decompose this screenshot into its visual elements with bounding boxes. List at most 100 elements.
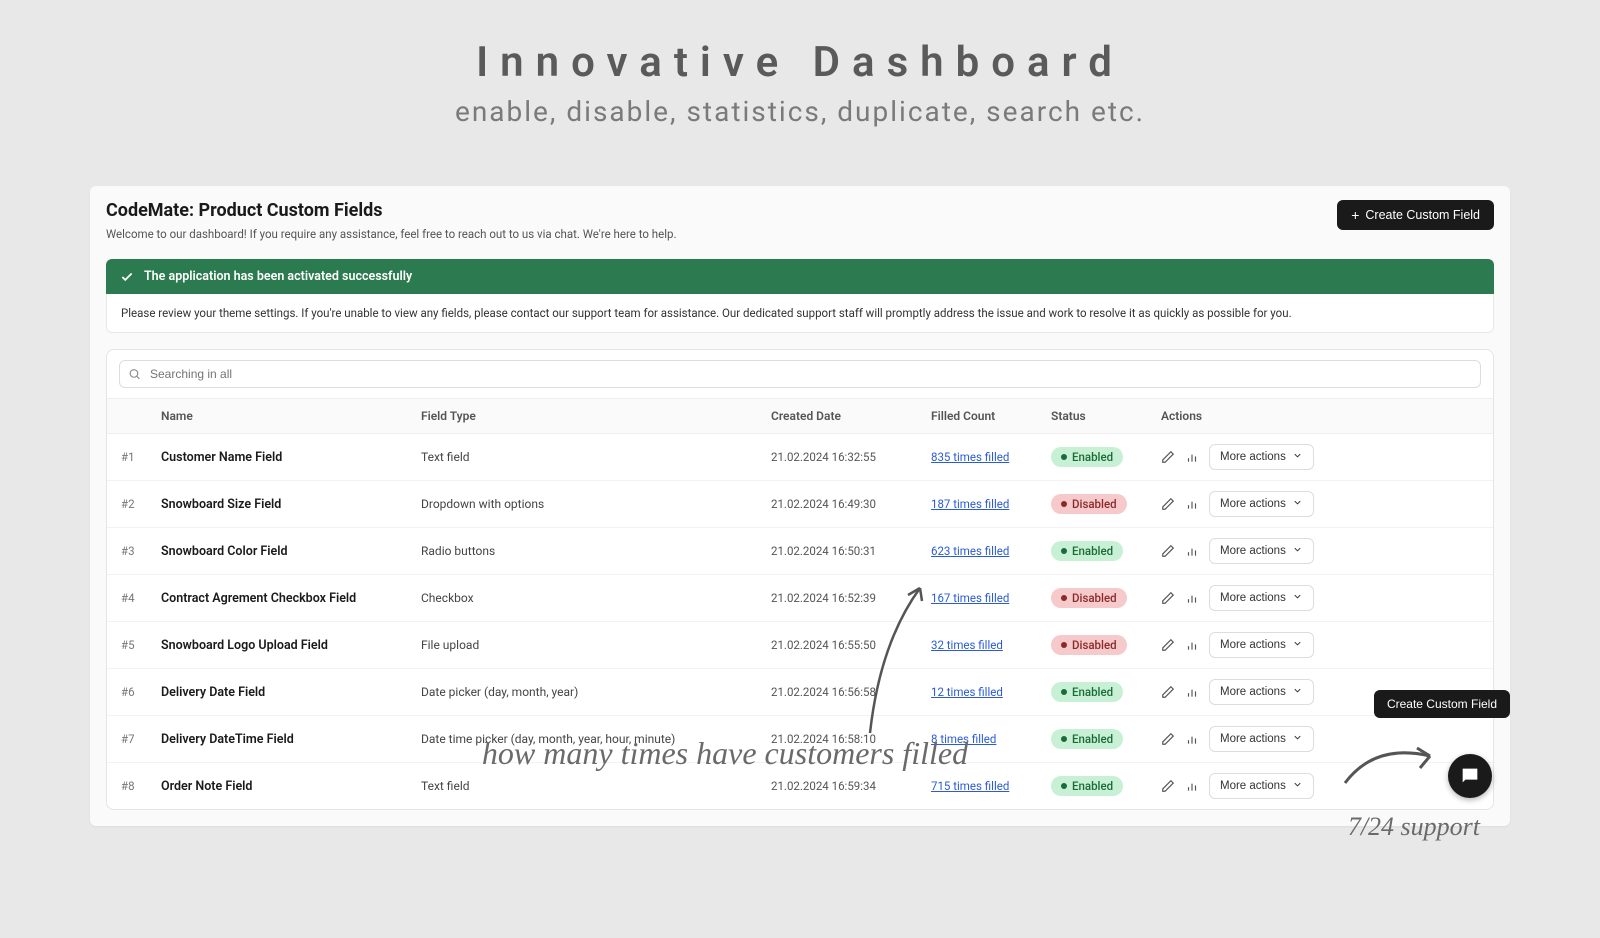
create-custom-field-button[interactable]: + Create Custom Field — [1337, 200, 1494, 230]
stats-icon[interactable] — [1185, 591, 1199, 605]
table-row: #2Snowboard Size FieldDropdown with opti… — [107, 481, 1493, 528]
col-status: Status — [1051, 409, 1161, 423]
stats-icon[interactable] — [1185, 779, 1199, 793]
chevron-down-icon — [1292, 450, 1303, 464]
stats-icon[interactable] — [1185, 544, 1199, 558]
row-index: #1 — [121, 450, 161, 464]
table-header: Name Field Type Created Date Filled Coun… — [107, 399, 1493, 434]
table-row: #6Delivery Date FieldDate picker (day, m… — [107, 669, 1493, 716]
success-banner: The application has been activated succe… — [106, 259, 1494, 294]
stats-icon[interactable] — [1185, 638, 1199, 652]
field-type: File upload — [421, 638, 771, 652]
field-name: Contract Agrement Checkbox Field — [161, 591, 421, 606]
more-actions-button[interactable]: More actions — [1209, 585, 1314, 611]
more-actions-button[interactable]: More actions — [1209, 679, 1314, 705]
created-date: 21.02.2024 16:56:58 — [771, 685, 931, 699]
hero-title: Innovative Dashboard — [0, 38, 1600, 87]
col-name: Name — [161, 409, 421, 423]
annotation-support-note: 7/24 support — [1348, 812, 1480, 842]
edit-icon[interactable] — [1161, 591, 1175, 605]
edit-icon[interactable] — [1161, 497, 1175, 511]
filled-count-link[interactable]: 187 times filled — [931, 497, 1009, 511]
stats-icon[interactable] — [1185, 685, 1199, 699]
created-date: 21.02.2024 16:32:55 — [771, 450, 931, 464]
field-name: Snowboard Size Field — [161, 497, 421, 512]
created-date: 21.02.2024 16:59:34 — [771, 779, 931, 793]
check-icon — [120, 270, 134, 284]
edit-icon[interactable] — [1161, 544, 1175, 558]
field-name: Snowboard Color Field — [161, 544, 421, 559]
status-badge: Enabled — [1051, 682, 1123, 702]
hero-subtitle: enable, disable, statistics, duplicate, … — [0, 95, 1600, 128]
col-filled-count: Filled Count — [931, 409, 1051, 423]
dashboard-panel: CodeMate: Product Custom Fields Welcome … — [90, 186, 1510, 826]
row-index: #2 — [121, 497, 161, 511]
filled-count-link[interactable]: 623 times filled — [931, 544, 1009, 558]
field-name: Delivery Date Field — [161, 685, 421, 700]
created-date: 21.02.2024 16:55:50 — [771, 638, 931, 652]
edit-icon[interactable] — [1161, 685, 1175, 699]
field-type: Text field — [421, 779, 771, 793]
plus-icon: + — [1351, 208, 1359, 222]
more-actions-button[interactable]: More actions — [1209, 632, 1314, 658]
created-date: 21.02.2024 16:52:39 — [771, 591, 931, 605]
create-custom-field-button-bottom[interactable]: Create Custom Field — [1374, 690, 1510, 718]
filled-count-link[interactable]: 167 times filled — [931, 591, 1009, 605]
edit-icon[interactable] — [1161, 450, 1175, 464]
chevron-down-icon — [1292, 497, 1303, 511]
success-text: The application has been activated succe… — [144, 269, 412, 284]
more-actions-button[interactable]: More actions — [1209, 726, 1314, 752]
field-name: Customer Name Field — [161, 450, 421, 465]
chevron-down-icon — [1292, 779, 1303, 793]
chevron-down-icon — [1292, 685, 1303, 699]
stats-icon[interactable] — [1185, 497, 1199, 511]
chevron-down-icon — [1292, 544, 1303, 558]
stats-icon[interactable] — [1185, 450, 1199, 464]
more-actions-button[interactable]: More actions — [1209, 491, 1314, 517]
chat-icon — [1459, 765, 1481, 787]
edit-icon[interactable] — [1161, 779, 1175, 793]
status-badge: Enabled — [1051, 447, 1123, 467]
field-type: Dropdown with options — [421, 497, 771, 511]
row-index: #8 — [121, 779, 161, 793]
more-actions-button[interactable]: More actions — [1209, 444, 1314, 470]
created-date: 21.02.2024 16:50:31 — [771, 544, 931, 558]
field-type: Radio buttons — [421, 544, 771, 558]
col-field-type: Field Type — [421, 409, 771, 423]
status-badge: Enabled — [1051, 541, 1123, 561]
table-row: #5Snowboard Logo Upload FieldFile upload… — [107, 622, 1493, 669]
info-banner: Please review your theme settings. If yo… — [106, 294, 1494, 333]
page-title: CodeMate: Product Custom Fields — [106, 200, 677, 221]
row-index: #5 — [121, 638, 161, 652]
field-name: Delivery DateTime Field — [161, 732, 421, 747]
chevron-down-icon — [1292, 732, 1303, 746]
status-badge: Disabled — [1051, 494, 1127, 514]
field-type: Checkbox — [421, 591, 771, 605]
edit-icon[interactable] — [1161, 638, 1175, 652]
chevron-down-icon — [1292, 591, 1303, 605]
filled-count-link[interactable]: 32 times filled — [931, 638, 1003, 652]
annotation-filled-note: how many times have customers filled — [465, 733, 985, 773]
filled-count-link[interactable]: 835 times filled — [931, 450, 1009, 464]
status-badge: Disabled — [1051, 635, 1127, 655]
more-actions-button[interactable]: More actions — [1209, 773, 1314, 799]
chevron-down-icon — [1292, 638, 1303, 652]
status-badge: Enabled — [1051, 776, 1123, 796]
more-actions-button[interactable]: More actions — [1209, 538, 1314, 564]
col-actions: Actions — [1161, 409, 1361, 423]
chat-support-button[interactable] — [1448, 754, 1492, 798]
field-name: Snowboard Logo Upload Field — [161, 638, 421, 653]
status-badge: Enabled — [1051, 729, 1123, 749]
edit-icon[interactable] — [1161, 732, 1175, 746]
search-icon — [128, 368, 141, 381]
filled-count-link[interactable]: 12 times filled — [931, 685, 1003, 699]
status-badge: Disabled — [1051, 588, 1127, 608]
stats-icon[interactable] — [1185, 732, 1199, 746]
filled-count-link[interactable]: 715 times filled — [931, 779, 1009, 793]
row-index: #4 — [121, 591, 161, 605]
row-index: #7 — [121, 732, 161, 746]
field-name: Order Note Field — [161, 779, 421, 794]
table-row: #3Snowboard Color FieldRadio buttons21.0… — [107, 528, 1493, 575]
search-input[interactable] — [119, 360, 1481, 388]
row-index: #3 — [121, 544, 161, 558]
